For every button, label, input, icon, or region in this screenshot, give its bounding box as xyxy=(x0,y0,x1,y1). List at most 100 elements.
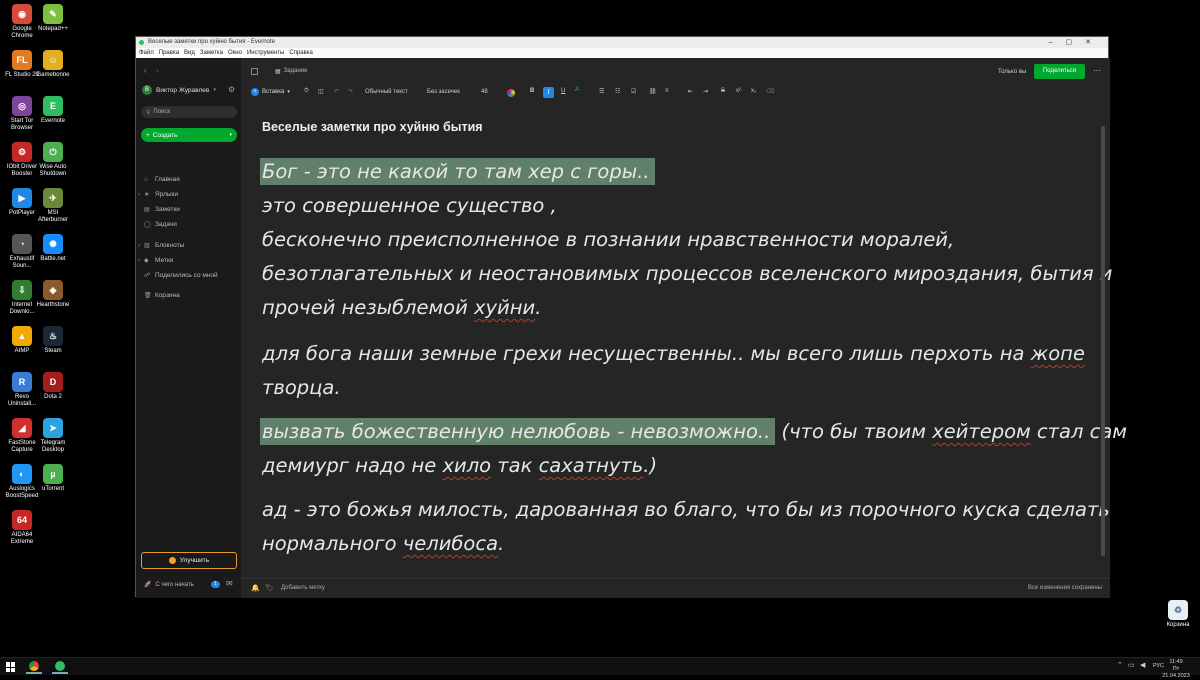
note-line[interactable]: это совершенное существо , xyxy=(262,189,557,222)
expand-arrow-icon[interactable]: › xyxy=(138,258,140,264)
help-icon[interactable]: ✉ xyxy=(226,579,233,588)
app-icon: E xyxy=(43,96,63,116)
tag-icon[interactable]: 🏷 xyxy=(265,584,274,592)
sidebar-item[interactable]: ⌂ Главная xyxy=(144,176,180,183)
checkbox-list-icon[interactable]: ☑ xyxy=(631,88,636,95)
clear-format-icon[interactable]: ⌫ xyxy=(766,88,774,95)
bold-icon[interactable]: B xyxy=(530,88,534,94)
note-line[interactable]: нормального челибоса. xyxy=(262,527,504,560)
align-icon[interactable]: ≡ xyxy=(665,88,669,94)
desktop-shortcut[interactable]: ☺ Gamebonne xyxy=(33,50,73,79)
share-button[interactable]: Поделиться xyxy=(1034,64,1085,79)
sidebar-item[interactable]: › ★ Ярлыки xyxy=(138,191,178,198)
shortcut-label: Gamebonne xyxy=(36,72,70,78)
redo-icon[interactable]: ↷ xyxy=(348,88,353,95)
superscript-icon[interactable]: x² xyxy=(736,88,741,94)
link-icon[interactable]: ⛓ xyxy=(649,88,657,95)
desktop-shortcut[interactable]: ♨ Steam xyxy=(33,326,73,355)
desktop-shortcut[interactable]: ✺ Battle.net xyxy=(33,234,73,263)
desktop-shortcut[interactable]: µ uTorrent xyxy=(33,464,73,493)
sidebar-item[interactable]: › ◆ Метки xyxy=(138,257,173,264)
forward-arrow-icon[interactable]: › xyxy=(156,66,159,75)
desktop-shortcut[interactable]: E Evernote xyxy=(33,96,73,125)
sidebar-item[interactable]: 🗑 Корзина xyxy=(144,292,180,299)
note-line[interactable]: ад - это божья милость, дарованная во бл… xyxy=(262,493,1110,526)
bullet-list-icon[interactable]: ☰ xyxy=(599,88,604,95)
settings-gear-icon[interactable]: ⚙ xyxy=(228,85,235,94)
evernote-taskbar-icon[interactable] xyxy=(52,660,68,674)
font-size-select[interactable]: 48 xyxy=(481,89,488,95)
menu-item[interactable]: Окно xyxy=(228,48,242,58)
expand-arrow-icon[interactable]: › xyxy=(138,243,140,249)
note-title[interactable]: Веселые заметки про хуйню бытия xyxy=(262,120,483,134)
note-line[interactable]: вызвать божественную нелюбовь - невозмож… xyxy=(260,415,1127,448)
window-controls[interactable]: –▢✕ xyxy=(1049,37,1104,48)
desktop-shortcut[interactable]: ✈ MSI Afterburner xyxy=(33,188,73,223)
scrollbar[interactable] xyxy=(1101,126,1105,556)
add-tag-button[interactable]: Добавить метку xyxy=(281,585,325,591)
text-color-icon[interactable] xyxy=(507,89,515,97)
desktop-shortcut[interactable]: ◈ Hearthstone xyxy=(33,280,73,309)
menu-item[interactable]: Файл xyxy=(139,48,154,58)
note-line[interactable]: для бога наши земные грехи несущественны… xyxy=(262,337,1085,370)
volume-icon[interactable]: ◀ xyxy=(1140,661,1145,669)
back-arrow-icon[interactable]: ‹ xyxy=(144,66,147,75)
underline-icon[interactable]: U xyxy=(561,88,565,94)
sidebar-item[interactable]: ◯ Задачи xyxy=(144,221,177,228)
reminder-icon[interactable]: ⏱ xyxy=(304,88,309,95)
note-line[interactable]: прочей незыблемой хуйни. xyxy=(262,291,541,324)
menu-item[interactable]: Правка xyxy=(159,48,179,58)
undo-icon[interactable]: ↶ xyxy=(334,88,339,95)
windows-start-icon[interactable] xyxy=(6,662,16,672)
recycle-bin[interactable]: ♻ Корзина xyxy=(1158,600,1198,629)
save-status: Все изменения сохранены xyxy=(1027,585,1102,591)
task-button[interactable]: ▦ Задание xyxy=(275,68,307,75)
bell-icon[interactable]: 🔔 xyxy=(251,584,260,592)
title-bar: Веселые заметки про хуйню бытия - Everno… xyxy=(136,37,1108,48)
network-icon[interactable]: ▭ xyxy=(1128,661,1135,669)
menu-item[interactable]: Справка xyxy=(289,48,313,58)
create-dropdown-icon[interactable]: ▾ xyxy=(229,132,232,138)
highlight-icon[interactable]: A xyxy=(575,87,579,93)
subscript-icon[interactable]: x₂ xyxy=(751,88,756,94)
account-switcher[interactable]: В Виктор Журавлев ▾ xyxy=(142,85,216,95)
menu-item[interactable]: Заметка xyxy=(200,48,223,58)
outdent-icon[interactable]: ⇤ xyxy=(688,88,693,95)
tag-icon: ◆ xyxy=(144,258,149,264)
search-input[interactable]: ⚲ Поиск xyxy=(141,106,237,118)
menu-item[interactable]: Инструменты xyxy=(247,48,284,58)
chrome-taskbar-icon[interactable] xyxy=(26,660,42,674)
menu-item[interactable]: Вид xyxy=(184,48,195,58)
insert-button[interactable]: + Вставка ▾ xyxy=(251,88,290,96)
checklist-icon[interactable]: ◫ xyxy=(318,88,324,95)
indent-icon[interactable]: ⇥ xyxy=(703,88,708,95)
shortcut-label: Evernote xyxy=(40,118,65,124)
upgrade-button[interactable]: Улучшить xyxy=(141,552,237,569)
note-line[interactable]: творца. xyxy=(262,371,341,404)
tray-chevron-icon[interactable]: ⌃ xyxy=(1117,661,1123,669)
note-line[interactable]: бесконечно преисполненное в познании нра… xyxy=(262,223,954,256)
create-button[interactable]: + Создать ▾ xyxy=(141,128,237,142)
note-line[interactable]: демиург надо не хило так сахатнуть.) xyxy=(262,449,657,482)
sidebar-item[interactable]: ☍ Поделились со мной xyxy=(144,272,218,279)
expand-arrow-icon[interactable]: › xyxy=(138,192,140,198)
getting-started[interactable]: 🚀 С чего начать xyxy=(144,581,194,589)
desktop-shortcut[interactable]: ✎ Notepad++ xyxy=(33,4,73,33)
clock[interactable]: 11:49 Пт 21.04.2023 xyxy=(1160,659,1192,680)
italic-icon[interactable]: I xyxy=(543,87,554,98)
more-icon[interactable]: ⋯ xyxy=(1093,66,1101,75)
note-line[interactable]: Бог - это не какой то там хер с горы.. xyxy=(260,155,655,188)
desktop-shortcut[interactable]: D Dota 2 xyxy=(33,372,73,401)
expand-icon[interactable] xyxy=(251,68,258,75)
font-select[interactable]: Без засечек xyxy=(427,89,460,95)
sidebar-item[interactable]: › ▥ Блокноты xyxy=(138,242,184,249)
note-text: .) xyxy=(643,454,658,477)
sidebar-item[interactable]: ▤ Заметки xyxy=(144,206,180,213)
style-select[interactable]: Обычный текст xyxy=(365,89,408,95)
desktop-shortcut[interactable]: ⏻ Wise Auto Shutdown xyxy=(33,142,73,177)
strikethrough-icon[interactable]: S xyxy=(721,88,725,94)
numbered-list-icon[interactable]: ☷ xyxy=(615,88,620,95)
desktop-shortcut[interactable]: 64 AIDA64 Extreme xyxy=(2,510,42,545)
desktop-shortcut[interactable]: ➤ Telegram Desktop xyxy=(33,418,73,453)
note-line[interactable]: безотлагательных и неостановимых процесс… xyxy=(262,257,1112,290)
